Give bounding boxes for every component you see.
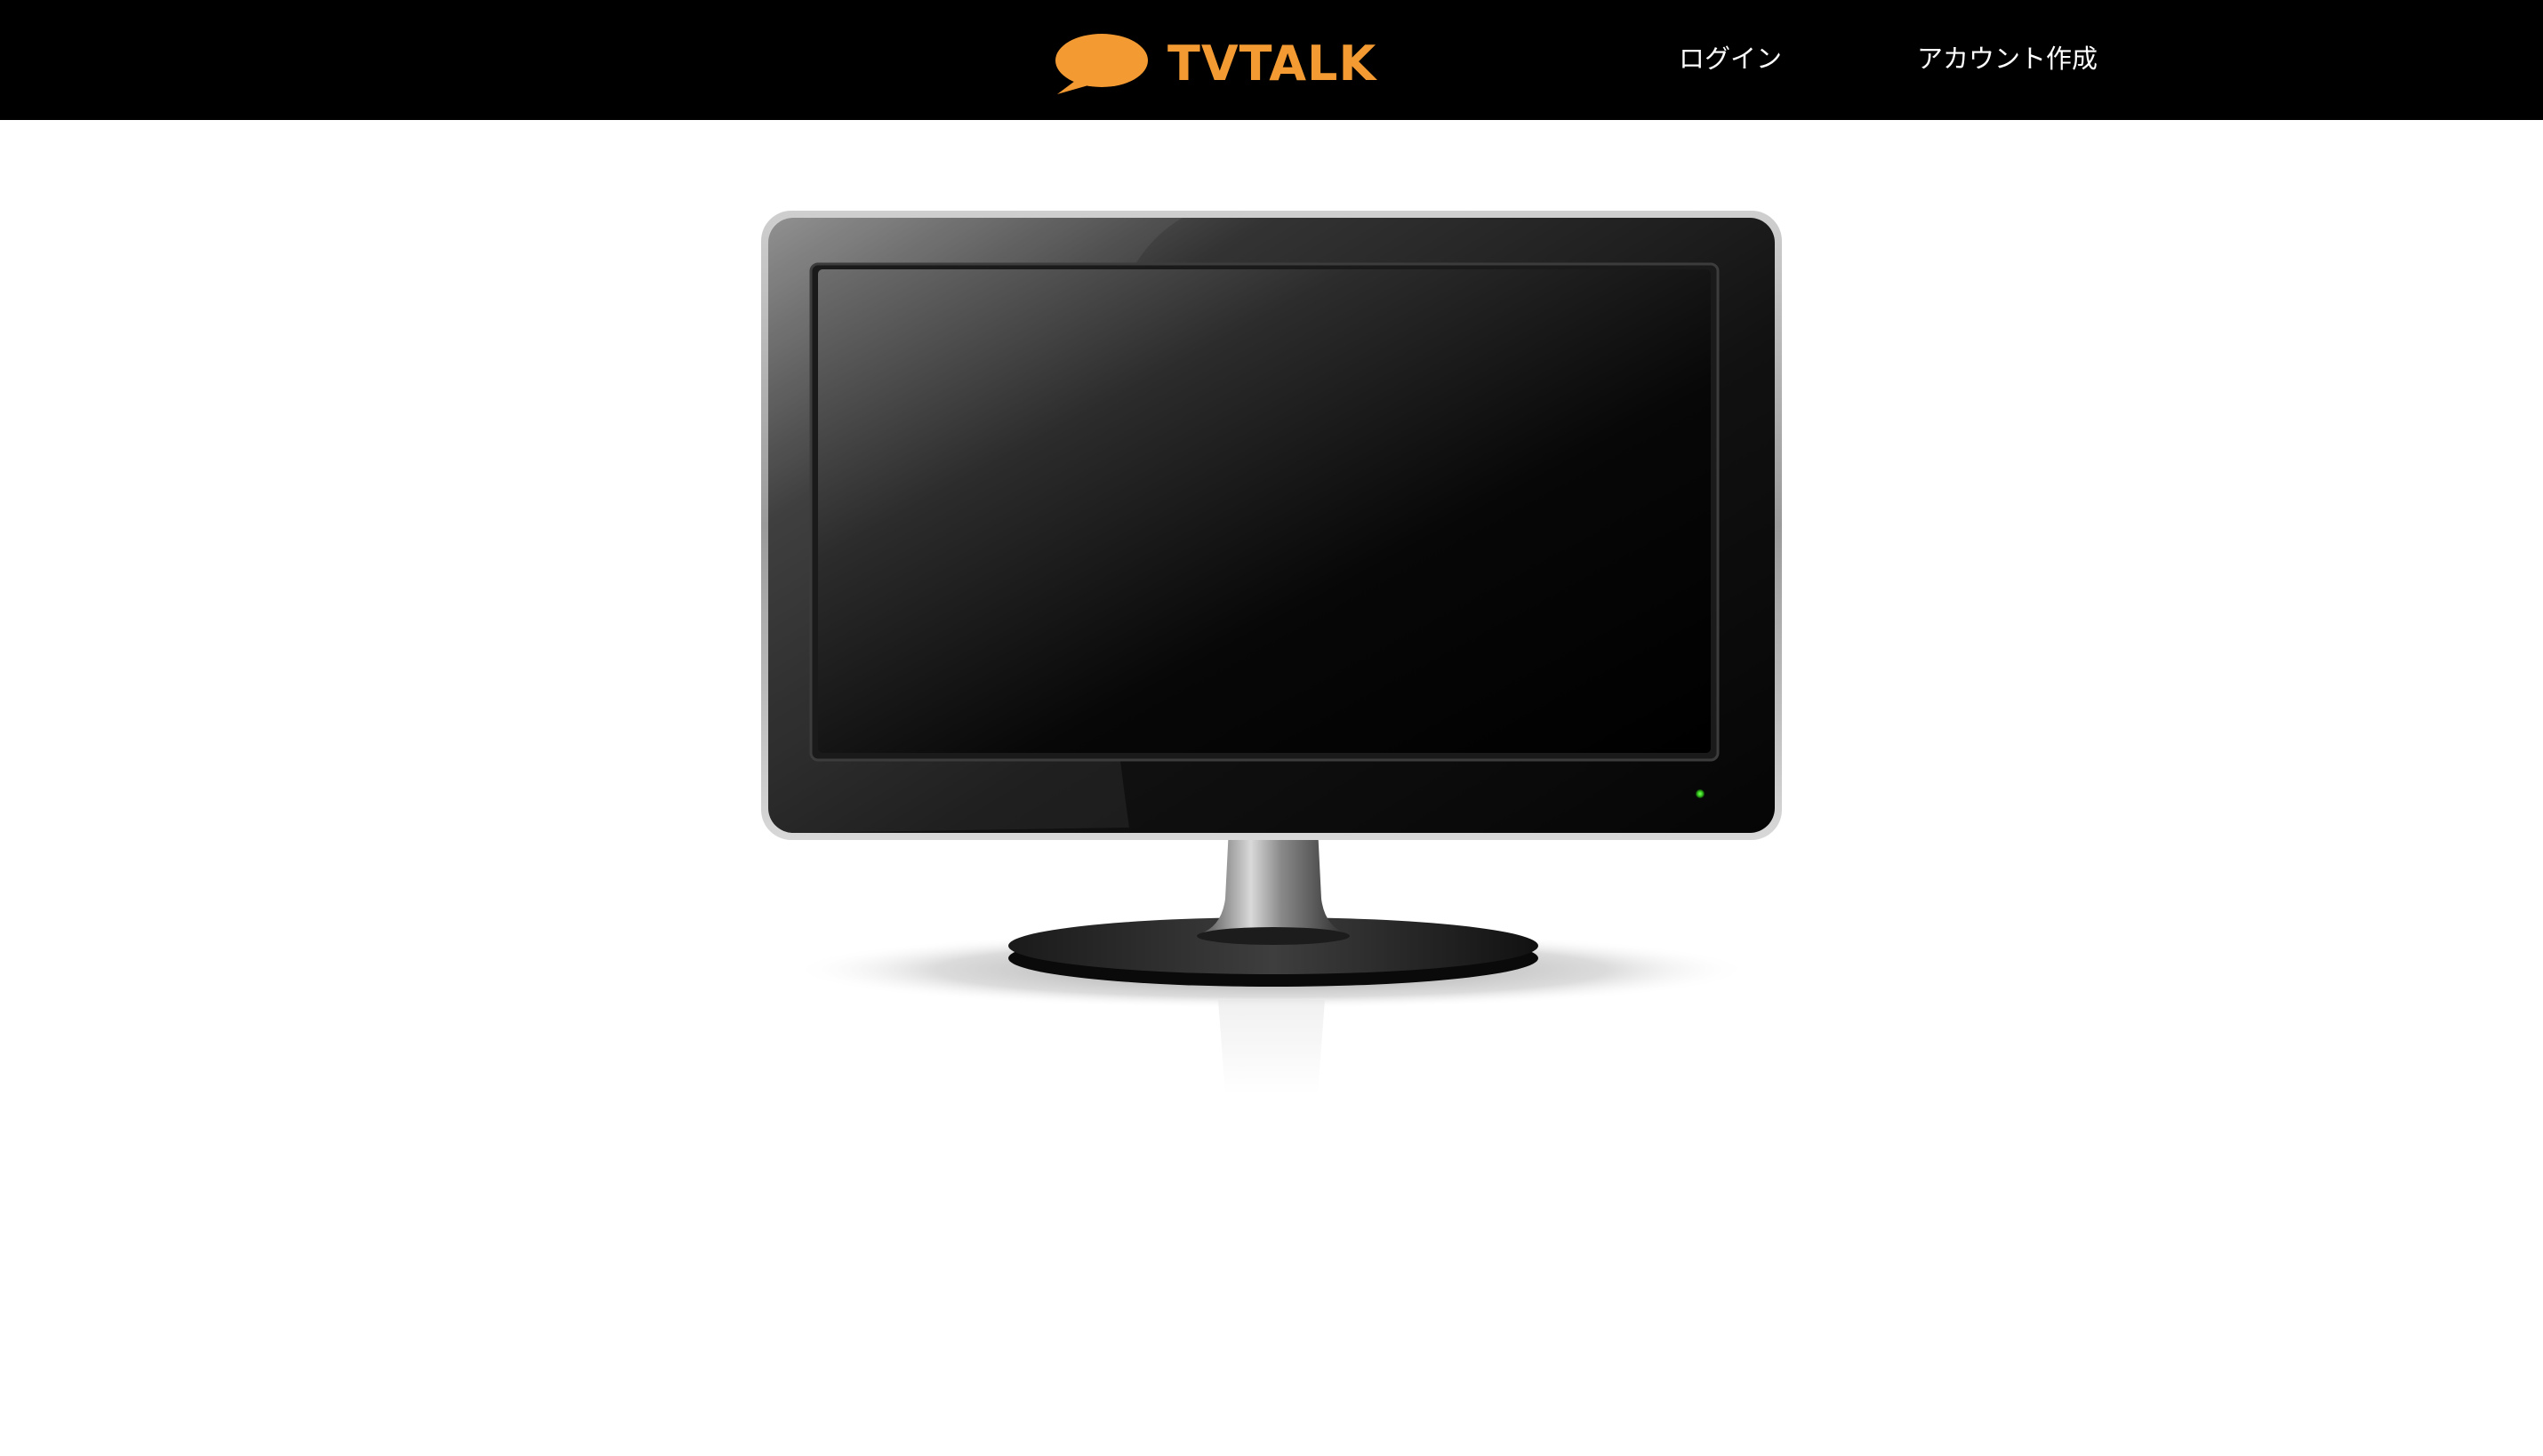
- flat-screen-tv-icon: [761, 211, 1782, 1094]
- create-account-link[interactable]: アカウント作成: [1917, 34, 2098, 84]
- power-led-icon: [1696, 789, 1705, 798]
- stand-neck-collar: [1197, 927, 1350, 945]
- stand-neck: [1199, 828, 1348, 934]
- main-content: [0, 120, 2543, 1456]
- logo-wordmark: TVTALK: [1167, 36, 1377, 92]
- login-link[interactable]: ログイン: [1679, 34, 1782, 84]
- speech-bubble-icon: [1055, 34, 1148, 94]
- top-bar: TVTALK ログイン アカウント作成: [0, 0, 2543, 120]
- site-logo[interactable]: TVTALK: [1054, 32, 1376, 96]
- speech-bubble-body: [1055, 34, 1148, 87]
- stand-reflection: [1218, 1000, 1325, 1094]
- tv-screen: [818, 269, 1711, 753]
